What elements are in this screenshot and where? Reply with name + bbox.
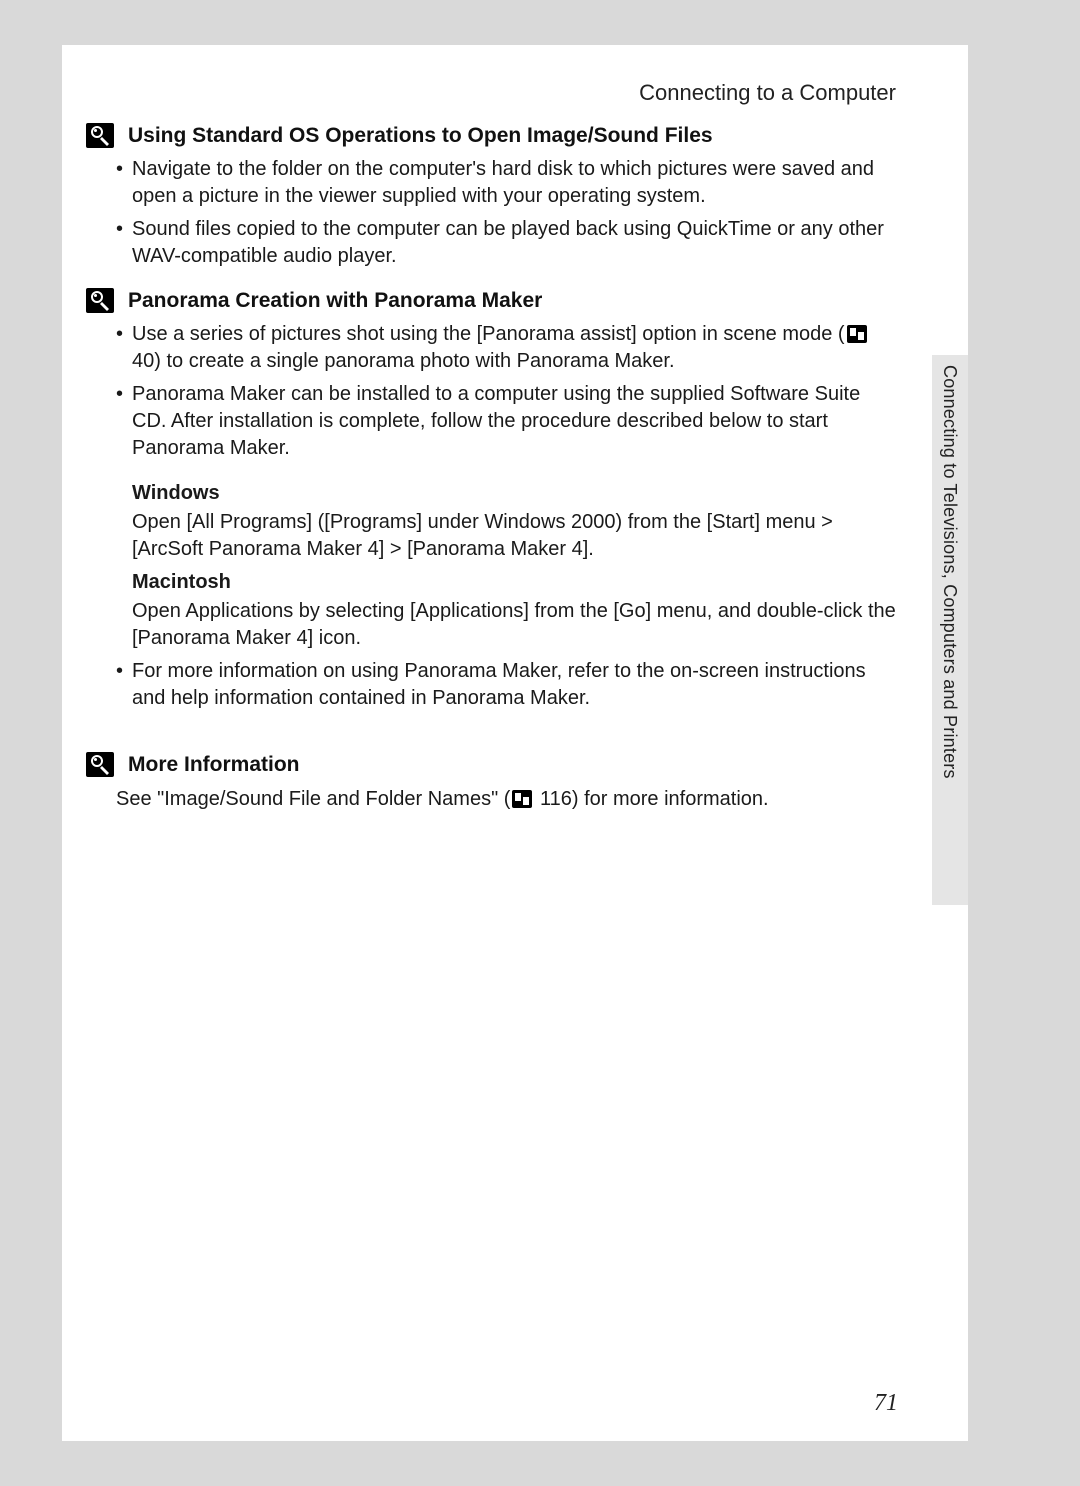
paragraph: See "Image/Sound File and Folder Names" … — [116, 785, 896, 813]
bullet-text: Panorama Maker can be installed to a com… — [132, 383, 860, 459]
bullet-text: Sound files copied to the computer can b… — [132, 218, 884, 267]
bullet-list: For more information on using Panorama M… — [86, 658, 896, 712]
section-heading-panorama: Panorama Creation with Panorama Maker — [86, 288, 896, 313]
os-instructions: Windows Open [All Programs] ([Programs] … — [132, 480, 896, 652]
note-pencil-icon — [86, 752, 114, 777]
section-title: More Information — [128, 753, 300, 777]
page-ref-icon — [847, 325, 867, 343]
page-background: Connecting to a Computer Using Standard … — [0, 0, 1080, 1486]
bullet-item: Sound files copied to the computer can b… — [116, 216, 896, 270]
section-heading-os-operations: Using Standard OS Operations to Open Ima… — [86, 123, 896, 148]
bullet-list: Navigate to the folder on the computer's… — [86, 156, 896, 270]
text-part: ) for more information. — [572, 788, 769, 810]
page-number: 71 — [874, 1390, 898, 1417]
page-content: Using Standard OS Operations to Open Ima… — [86, 115, 896, 813]
text-part: See "Image/Sound File and Folder Names" … — [116, 788, 510, 810]
chapter-tab-label: Connecting to Televisions, Computers and… — [939, 365, 960, 779]
bullet-item: Use a series of pictures shot using the … — [116, 321, 896, 375]
bullet-text: For more information on using Panorama M… — [132, 660, 866, 709]
bullet-item: For more information on using Panorama M… — [116, 658, 896, 712]
section-title: Using Standard OS Operations to Open Ima… — [128, 124, 713, 148]
os-body-windows: Open [All Programs] ([Programs] under Wi… — [132, 509, 896, 563]
os-label-macintosh: Macintosh — [132, 569, 896, 596]
os-body-macintosh: Open Applications by selecting [Applicat… — [132, 598, 896, 652]
bullet-text-part: Use a series of pictures shot using the … — [132, 323, 845, 345]
bullet-list: Use a series of pictures shot using the … — [86, 321, 896, 462]
section-title: Panorama Creation with Panorama Maker — [128, 289, 542, 313]
bullet-text: Navigate to the folder on the computer's… — [132, 158, 874, 207]
os-label-windows: Windows — [132, 480, 896, 507]
page-header-title: Connecting to a Computer — [639, 80, 896, 106]
section-heading-more-info: More Information — [86, 752, 896, 777]
bullet-item: Navigate to the folder on the computer's… — [116, 156, 896, 210]
bullet-text-part: ) to create a single panorama photo with… — [154, 350, 674, 372]
note-pencil-icon — [86, 123, 114, 148]
bullet-item: Panorama Maker can be installed to a com… — [116, 381, 896, 462]
page-ref-number: 40 — [132, 350, 154, 372]
note-pencil-icon — [86, 288, 114, 313]
manual-page: Connecting to a Computer Using Standard … — [62, 45, 968, 1441]
page-ref-number: 116 — [540, 788, 572, 810]
page-ref-icon — [512, 790, 532, 808]
